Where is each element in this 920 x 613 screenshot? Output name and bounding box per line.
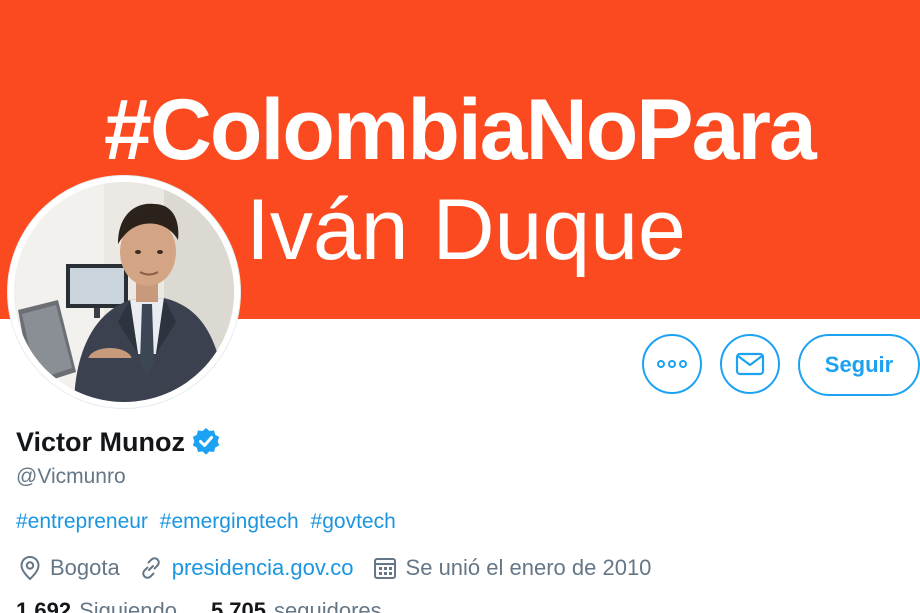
- avatar-photo: [14, 182, 234, 402]
- joined-text: Se unió el enero de 2010: [405, 555, 652, 580]
- banner-hashtag-text: #ColombiaNoPara: [104, 82, 817, 178]
- followers-label: seguidores: [274, 598, 382, 613]
- bio-hashtag-entrepreneur[interactable]: #entrepreneur: [16, 510, 148, 533]
- website-item: presidencia.gov.co: [138, 552, 354, 584]
- name-row: Victor Munoz: [16, 422, 221, 462]
- profile-handle: @Vicmunro: [16, 465, 126, 488]
- followers-count: 5.705: [210, 598, 266, 613]
- profile-stats: 1.692 Siguiendo 5.705 seguidores: [16, 596, 416, 613]
- verified-badge-icon: [192, 428, 220, 455]
- profile-bio: #entrepreneur #emergingtech #govtech: [16, 507, 402, 537]
- more-dots-icon: [657, 360, 687, 368]
- location-text: Bogota: [50, 555, 120, 580]
- location-item: Bogota: [18, 552, 120, 584]
- calendar-icon: [373, 558, 396, 579]
- followers-stat[interactable]: 5.705 seguidores: [211, 596, 382, 613]
- avatar[interactable]: [14, 182, 234, 402]
- follow-button[interactable]: Seguir: [798, 334, 920, 396]
- profile-page: #ColombiaNoPara Iván Duque Seguir Victor…: [0, 0, 920, 613]
- following-count: 1.692: [16, 598, 72, 613]
- message-button[interactable]: [720, 334, 780, 394]
- following-label: Siguiendo: [79, 598, 177, 613]
- envelope-icon: [735, 352, 765, 376]
- profile-name: Victor Munoz: [16, 427, 186, 457]
- profile-meta: Bogota presidencia.gov.co Se unió el ene…: [18, 552, 669, 584]
- location-pin-icon: [20, 555, 40, 581]
- more-options-button[interactable]: [642, 334, 702, 394]
- bio-hashtag-govtech[interactable]: #govtech: [311, 510, 396, 533]
- website-link[interactable]: presidencia.gov.co: [172, 552, 354, 584]
- joined-item: Se unió el enero de 2010: [372, 552, 652, 584]
- bio-hashtag-emergingtech[interactable]: #emergingtech: [160, 510, 299, 533]
- link-icon: [141, 557, 160, 579]
- banner-name-text: Iván Duque: [246, 182, 686, 278]
- following-stat[interactable]: 1.692 Siguiendo: [16, 596, 177, 613]
